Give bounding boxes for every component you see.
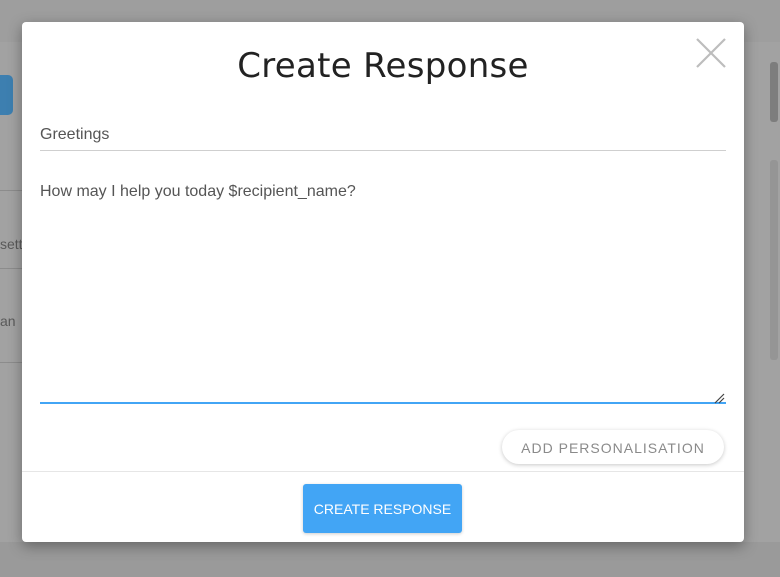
footer-divider [22, 471, 744, 472]
background-divider [0, 362, 22, 363]
background-text: sett [0, 236, 23, 252]
background-text: an [0, 313, 16, 329]
response-title-input[interactable] [40, 120, 726, 151]
response-message-textarea[interactable]: How may I help you today $recipient_name… [40, 182, 726, 404]
background-footer [0, 542, 780, 577]
background-scrollbar [770, 160, 778, 360]
background-divider [0, 190, 22, 191]
background-scrollbar [770, 62, 778, 122]
add-personalisation-button[interactable]: ADD PERSONALISATION [502, 430, 724, 464]
resize-handle-icon[interactable] [713, 392, 725, 404]
close-button[interactable] [694, 36, 728, 70]
create-response-button[interactable]: CREATE RESPONSE [303, 484, 462, 533]
background-button [0, 75, 13, 115]
background-divider [0, 268, 22, 269]
create-response-modal: Create Response How may I help you today… [22, 22, 744, 542]
close-icon [696, 38, 726, 68]
modal-title: Create Response [237, 46, 529, 86]
app-stage: sett an Create Response How may I help y… [0, 0, 780, 577]
